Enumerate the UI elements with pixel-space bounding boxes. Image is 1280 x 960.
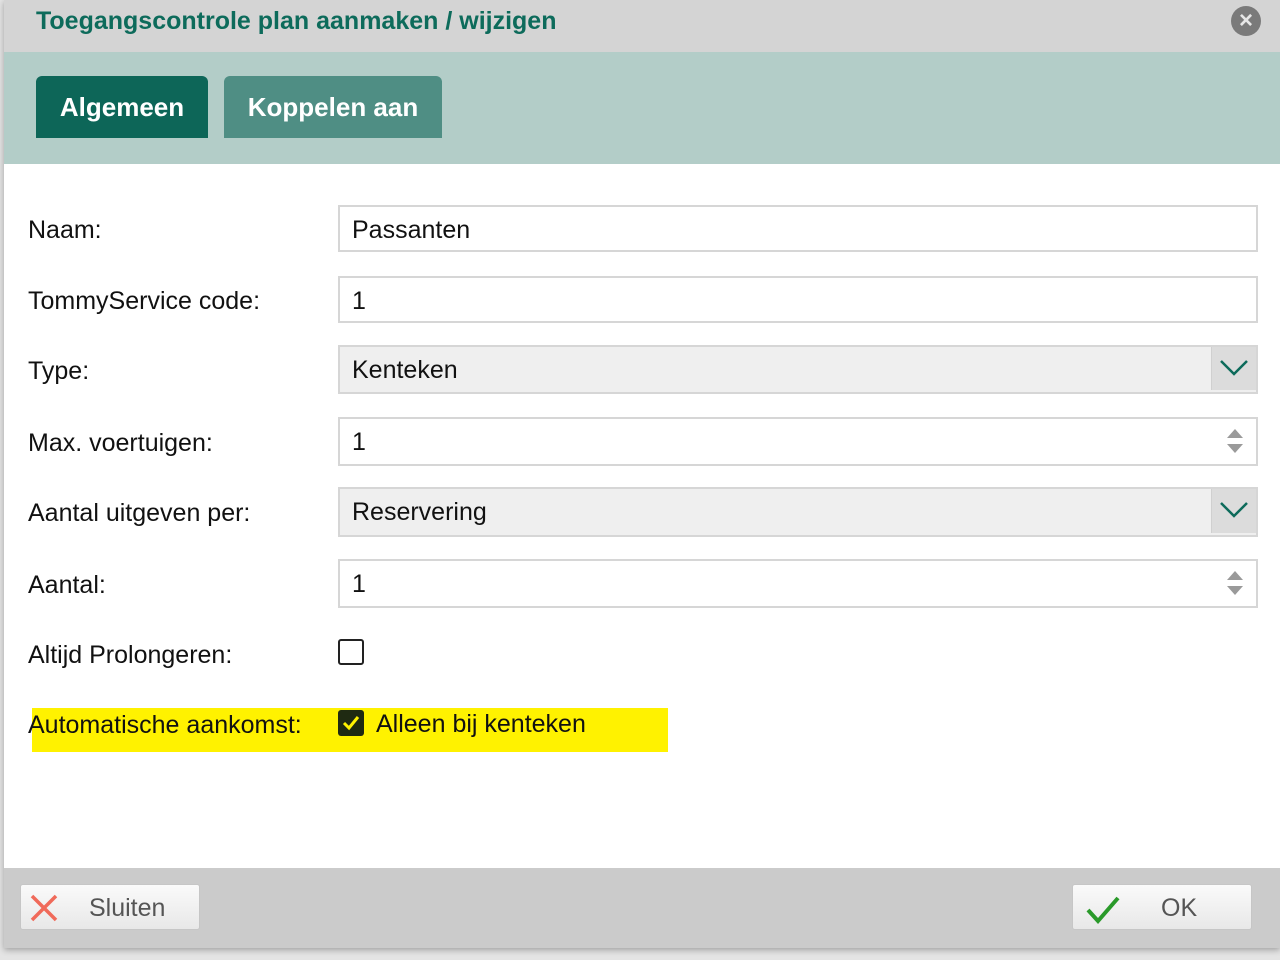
tommyservice-code-input[interactable]: 1 bbox=[338, 276, 1258, 323]
aantal-uitgeven-per-select[interactable]: Reservering bbox=[338, 487, 1258, 537]
spinner-arrows-icon[interactable] bbox=[1226, 427, 1244, 455]
tab-koppelen-aan[interactable]: Koppelen aan bbox=[224, 76, 442, 138]
max-voertuigen-label: Max. voertuigen: bbox=[28, 429, 213, 457]
type-select[interactable]: Kenteken bbox=[338, 345, 1258, 394]
tab-bar: Algemeen Koppelen aan bbox=[4, 52, 1280, 164]
aantal-uitgeven-per-label: Aantal uitgeven per: bbox=[28, 499, 251, 527]
ok-button[interactable]: OK bbox=[1072, 884, 1252, 930]
sluiten-button[interactable]: Sluiten bbox=[20, 884, 200, 930]
close-dialog-icon[interactable]: × bbox=[1231, 6, 1261, 36]
altijd-prolongeren-label: Altijd Prolongeren: bbox=[28, 641, 233, 669]
checkmark-icon bbox=[1085, 895, 1121, 930]
aantal-stepper[interactable]: 1 bbox=[338, 559, 1258, 608]
alleen-bij-kenteken-checkbox[interactable] bbox=[338, 710, 364, 736]
close-x-icon bbox=[29, 893, 59, 928]
max-voertuigen-stepper[interactable]: 1 bbox=[338, 417, 1258, 466]
aantal-label: Aantal: bbox=[28, 571, 106, 599]
chevron-down-icon[interactable] bbox=[1211, 489, 1256, 533]
naam-input[interactable]: Passanten bbox=[338, 205, 1258, 252]
aantal-uitgeven-per-value: Reservering bbox=[352, 498, 487, 526]
chevron-down-icon[interactable] bbox=[1211, 347, 1256, 390]
altijd-prolongeren-checkbox[interactable] bbox=[338, 639, 364, 665]
dialog-footer: Sluiten OK bbox=[4, 868, 1280, 948]
aantal-value: 1 bbox=[352, 570, 366, 598]
tab-algemeen[interactable]: Algemeen bbox=[36, 76, 208, 138]
type-label: Type: bbox=[28, 357, 90, 385]
max-voertuigen-value: 1 bbox=[352, 428, 366, 456]
ok-label: OK bbox=[1161, 894, 1198, 922]
dialog-title: Toegangscontrole plan aanmaken / wijzige… bbox=[36, 7, 557, 35]
dialog-titlebar: Toegangscontrole plan aanmaken / wijzige… bbox=[4, 0, 1280, 52]
sluiten-label: Sluiten bbox=[89, 894, 166, 922]
tommyservice-code-label: TommyService code: bbox=[28, 287, 261, 315]
spinner-arrows-icon[interactable] bbox=[1226, 569, 1244, 597]
dialog: Toegangscontrole plan aanmaken / wijzige… bbox=[4, 0, 1280, 948]
naam-value: Passanten bbox=[352, 216, 471, 244]
checkmark-icon bbox=[342, 716, 360, 731]
type-value: Kenteken bbox=[352, 356, 458, 384]
alleen-bij-kenteken-label: Alleen bij kenteken bbox=[376, 710, 586, 738]
tommyservice-code-value: 1 bbox=[352, 287, 366, 315]
automatische-aankomst-label: Automatische aankomst: bbox=[28, 711, 302, 739]
naam-label: Naam: bbox=[28, 216, 102, 244]
